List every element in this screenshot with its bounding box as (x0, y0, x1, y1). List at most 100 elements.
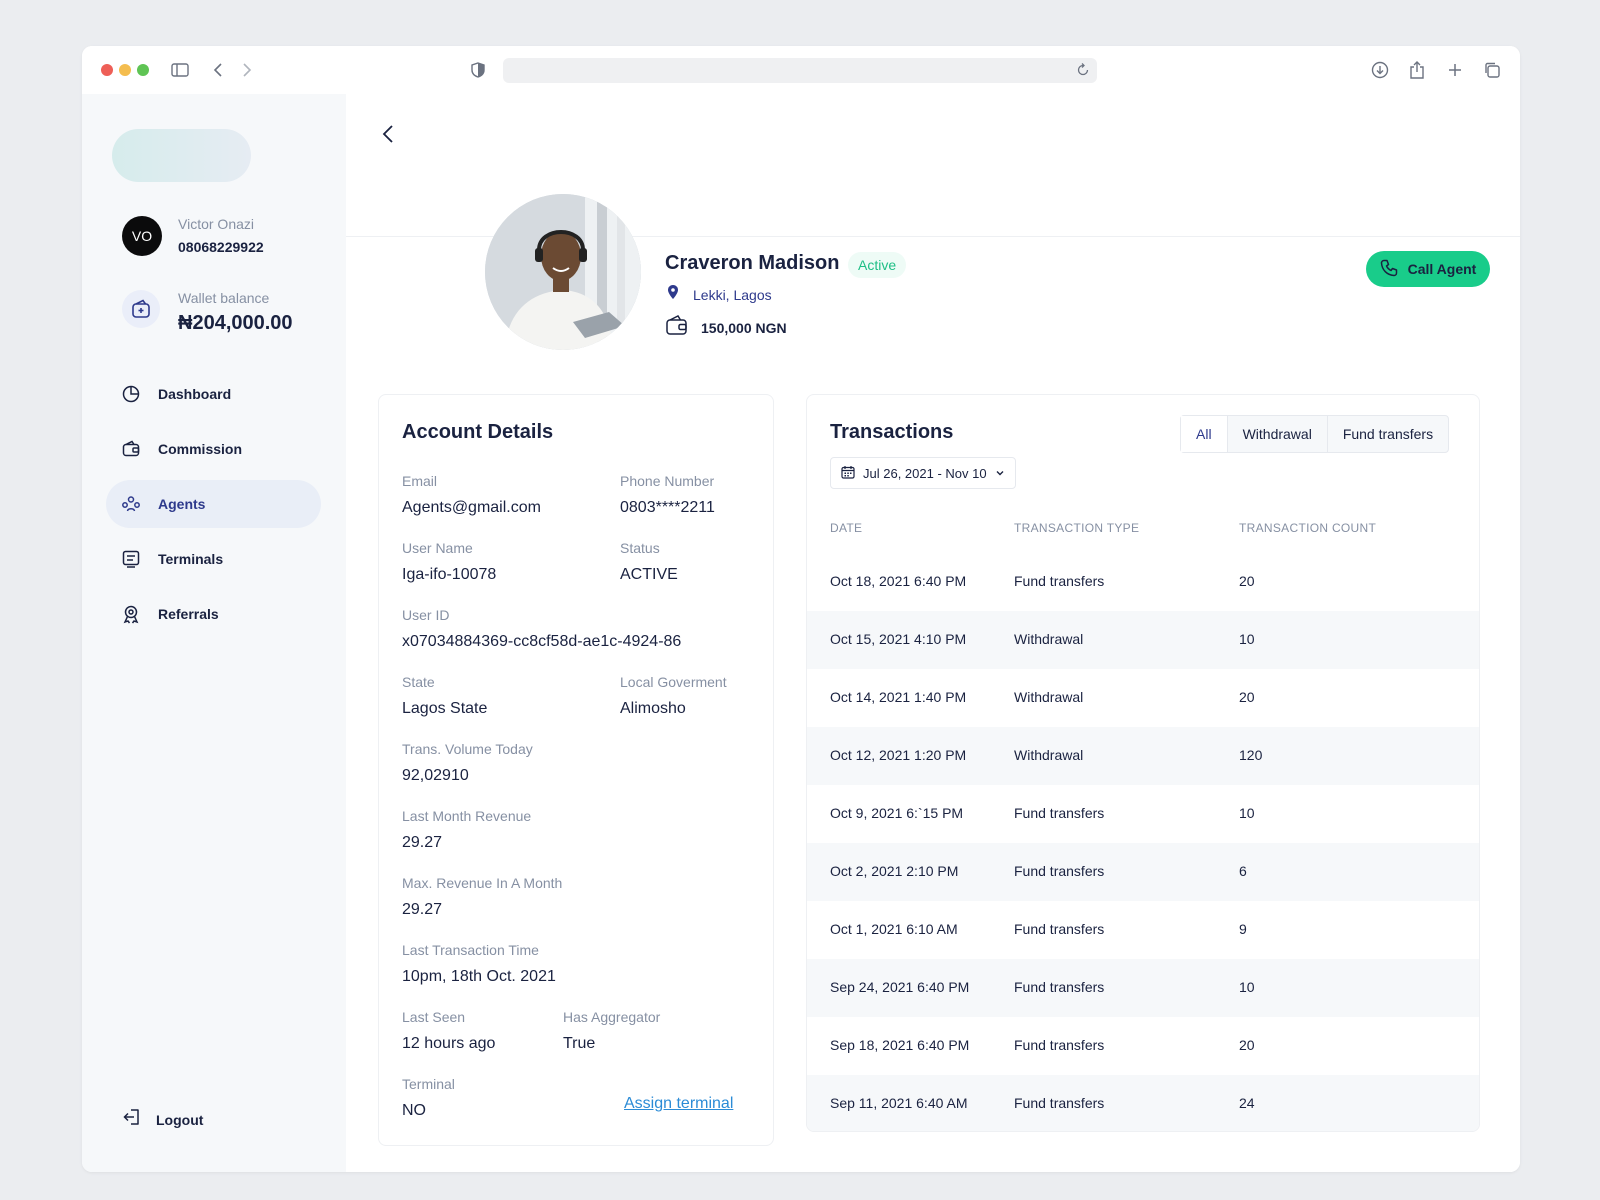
wallet-icon (120, 438, 142, 460)
shield-icon[interactable] (466, 58, 490, 82)
sidebar-item-agents[interactable]: Agents (106, 480, 321, 528)
field-value: Agents@gmail.com (402, 499, 541, 516)
browser-toolbar (82, 46, 1520, 94)
cell-type: Withdrawal (1014, 689, 1084, 705)
table-row[interactable]: Oct 12, 2021 1:20 PM Withdrawal 120 (807, 727, 1479, 785)
sidebar-item-label: Dashboard (158, 386, 232, 402)
field-label: Trans. Volume Today (402, 741, 533, 757)
field-value: 29.27 (402, 901, 443, 918)
cell-date: Oct 2, 2021 2:10 PM (830, 863, 959, 879)
new-tab-icon[interactable] (1443, 58, 1467, 82)
tabs-overview-icon[interactable] (1480, 58, 1504, 82)
user-avatar: VO (122, 216, 162, 256)
table-row[interactable]: Sep 24, 2021 6:40 PM Fund transfers 10 (807, 959, 1479, 1017)
field-label: Terminal (402, 1076, 455, 1092)
sidebar-item-label: Commission (158, 441, 243, 457)
cell-count: 24 (1239, 1095, 1255, 1111)
status-field: Status ACTIVE (620, 540, 678, 584)
pie-chart-icon (120, 383, 142, 405)
cell-type: Fund transfers (1014, 979, 1105, 995)
cell-count: 10 (1239, 979, 1255, 995)
sidebar-item-label: Terminals (158, 551, 224, 567)
column-header-count: TRANSACTION COUNT (1239, 521, 1377, 535)
local-government-field: Local Goverment Alimosho (620, 674, 727, 718)
table-row[interactable]: Sep 18, 2021 6:40 PM Fund transfers 20 (807, 1017, 1479, 1075)
table-row[interactable]: Oct 9, 2021 6:`15 PM Fund transfers 10 (807, 785, 1479, 843)
location-pin-icon (665, 284, 681, 305)
table-row[interactable]: Oct 2, 2021 2:10 PM Fund transfers 6 (807, 843, 1479, 901)
cell-type: Fund transfers (1014, 863, 1105, 879)
sidebar-item-dashboard[interactable]: Dashboard (106, 370, 321, 418)
cell-date: Oct 18, 2021 6:40 PM (830, 573, 967, 589)
logout-label: Logout (156, 1111, 204, 1128)
date-range-text: Jul 26, 2021 - Nov 10 (863, 465, 987, 481)
brand-logo[interactable] (112, 129, 251, 182)
reload-icon[interactable] (1075, 62, 1091, 78)
sidebar: VO Victor Onazi 08068229922 Wallet balan… (82, 94, 346, 1172)
cell-type: Withdrawal (1014, 631, 1084, 647)
field-value: ACTIVE (620, 566, 678, 583)
has-aggregator-field: Has Aggregator True (563, 1009, 660, 1053)
chevron-down-icon (995, 466, 1005, 481)
back-button[interactable] (374, 120, 402, 148)
people-icon (120, 493, 142, 515)
maximize-window-button[interactable] (137, 64, 149, 76)
field-value: 10pm, 18th Oct. 2021 (402, 968, 556, 985)
address-bar[interactable] (503, 58, 1097, 83)
back-arrow-icon[interactable] (206, 58, 230, 82)
share-icon[interactable] (1405, 58, 1429, 82)
main-content: Craveron Madison Active Lekki, Lagos 150… (346, 94, 1520, 1172)
tab-withdrawal[interactable]: Withdrawal (1228, 416, 1328, 452)
tab-fund-transfers[interactable]: Fund transfers (1328, 416, 1448, 452)
state-field: State Lagos State (402, 674, 487, 718)
cell-type: Withdrawal (1014, 747, 1084, 763)
download-icon[interactable] (1368, 58, 1392, 82)
field-value: 92,02910 (402, 767, 469, 784)
table-row[interactable]: Oct 14, 2021 1:40 PM Withdrawal 20 (807, 669, 1479, 727)
table-row[interactable]: Oct 1, 2021 6:10 AM Fund transfers 9 (807, 901, 1479, 959)
cell-date: Oct 9, 2021 6:`15 PM (830, 805, 964, 821)
cell-type: Fund transfers (1014, 1095, 1105, 1111)
wallet-balance-icon (122, 290, 160, 328)
table-row[interactable]: Sep 11, 2021 6:40 AM Fund transfers 24 (807, 1075, 1479, 1131)
field-label: Last Transaction Time (402, 942, 539, 958)
sidebar-item-label: Agents (158, 496, 206, 512)
cell-count: 6 (1239, 863, 1247, 879)
tab-all[interactable]: All (1181, 416, 1228, 452)
table-row[interactable]: Oct 15, 2021 4:10 PM Withdrawal 10 (807, 611, 1479, 669)
logout-button[interactable]: Logout (122, 1107, 203, 1132)
field-label: Phone Number (620, 473, 715, 489)
last-transaction-time-field: Last Transaction Time 10pm, 18th Oct. 20… (402, 942, 556, 986)
calendar-icon (841, 465, 855, 482)
cell-count: 20 (1239, 689, 1255, 705)
phone-field: Phone Number 0803****2211 (620, 473, 715, 517)
email-field: Email Agents@gmail.com (402, 473, 541, 517)
sidebar-item-terminals[interactable]: Terminals (106, 535, 321, 583)
cell-type: Fund transfers (1014, 921, 1105, 937)
user-phone: 08068229922 (178, 239, 264, 255)
last-seen-field: Last Seen 12 hours ago (402, 1009, 495, 1053)
date-range-picker[interactable]: Jul 26, 2021 - Nov 10 (830, 457, 1016, 489)
cell-type: Fund transfers (1014, 573, 1105, 589)
table-row[interactable]: Oct 18, 2021 6:40 PM Fund transfers 20 (807, 553, 1479, 611)
field-label: Email (402, 473, 438, 489)
sidebar-item-commission[interactable]: Commission (106, 425, 321, 473)
field-label: Max. Revenue In A Month (402, 875, 563, 891)
field-value: NO (402, 1102, 426, 1119)
call-agent-button[interactable]: Call Agent (1366, 251, 1490, 287)
cell-count: 10 (1239, 631, 1255, 647)
close-window-button[interactable] (101, 64, 113, 76)
username-field: User Name Iga-ifo-10078 (402, 540, 496, 584)
field-value: 29.27 (402, 834, 443, 851)
agent-avatar (485, 194, 641, 350)
assign-terminal-link[interactable]: Assign terminal (624, 1095, 733, 1113)
forward-arrow-icon[interactable] (235, 58, 259, 82)
agent-balance: 150,000 NGN (665, 314, 787, 341)
field-label: Last Seen (402, 1009, 466, 1025)
terminal-field: Terminal NO (402, 1076, 455, 1120)
minimize-window-button[interactable] (119, 64, 131, 76)
sidebar-toggle-icon[interactable] (168, 58, 192, 82)
sidebar-item-referrals[interactable]: Referrals (106, 590, 321, 638)
field-label: Local Goverment (620, 674, 727, 690)
transactions-title: Transactions (830, 421, 954, 443)
